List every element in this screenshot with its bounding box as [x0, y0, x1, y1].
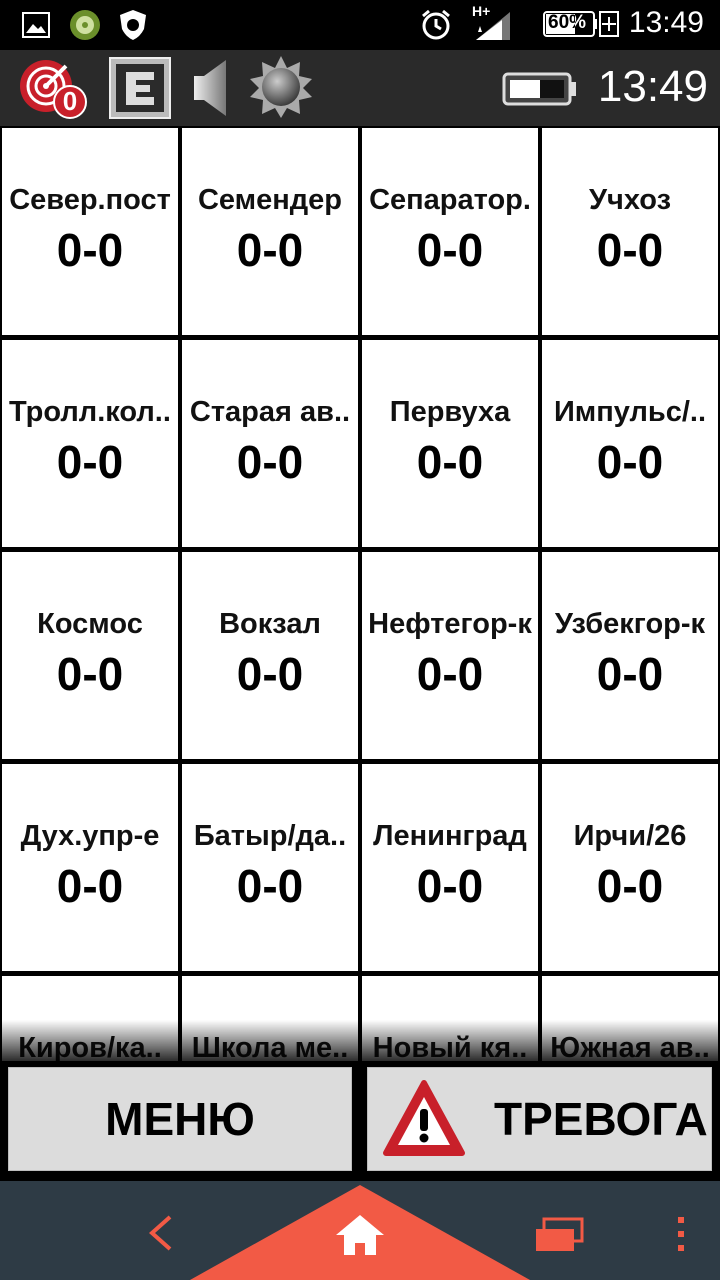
alarm-button-label: ТРЕВОГА: [494, 1093, 708, 1145]
sound-button[interactable]: [190, 56, 234, 120]
station-score: 0-0: [596, 860, 664, 912]
alert-radar-button[interactable]: 0: [18, 56, 90, 120]
e-button[interactable]: [108, 56, 172, 120]
station-score: 0-0: [236, 224, 304, 276]
battery-indicator: 60%: [542, 8, 619, 40]
station-name: Южная ав..: [550, 1032, 710, 1061]
station-name: Батыр/да..: [193, 820, 347, 852]
station-name: Космос: [37, 608, 143, 640]
station-name: Новый кя..: [372, 1032, 528, 1061]
station-cell[interactable]: Сепаратор. 0-0: [362, 128, 538, 335]
station-score: 0-0: [416, 860, 484, 912]
station-cell[interactable]: Старая ав.. 0-0: [182, 340, 358, 547]
station-score: 0-0: [416, 648, 484, 700]
station-name: Вокзал: [219, 608, 321, 640]
station-score: 0-0: [596, 224, 664, 276]
station-name: Киров/ка..: [18, 1032, 162, 1061]
station-cell[interactable]: Семендер 0-0: [182, 128, 358, 335]
station-cell[interactable]: Учхоз 0-0: [542, 128, 718, 335]
brightness-button[interactable]: [248, 54, 314, 120]
status-time: 13:49: [628, 6, 704, 39]
toolbar-clock: 13:49: [597, 62, 708, 111]
station-cell[interactable]: Киров/ка..: [2, 976, 178, 1061]
station-score: 0-0: [56, 224, 124, 276]
station-cell[interactable]: Первуха 0-0: [362, 340, 538, 547]
home-icon[interactable]: [334, 1213, 386, 1257]
more-icon[interactable]: [674, 1215, 688, 1253]
battery-percent: 60%: [548, 12, 587, 33]
station-score: 0-0: [236, 436, 304, 488]
station-cell[interactable]: Южная ав..: [542, 976, 718, 1061]
station-name: Ирчи/26: [573, 820, 687, 852]
station-name: Импульс/..: [553, 396, 707, 428]
station-cell[interactable]: Космос 0-0: [2, 552, 178, 759]
alarm-icon: [422, 9, 450, 40]
station-name: Дух.упр-е: [20, 820, 160, 852]
station-name: Север.пост: [9, 184, 171, 216]
back-icon[interactable]: [144, 1213, 176, 1253]
e-button-icon: [109, 57, 171, 119]
station-name: Сепаратор.: [369, 184, 531, 216]
action-bar: МЕНЮ ТРЕВОГА: [0, 1061, 720, 1181]
station-score: 0-0: [56, 648, 124, 700]
station-score: 0-0: [416, 224, 484, 276]
app-toolbar: 0 13:49: [0, 50, 720, 126]
status-bar: H+ 60% 13:49: [0, 0, 720, 50]
station-name: Учхоз: [588, 184, 672, 216]
station-cell[interactable]: Север.пост 0-0: [2, 128, 178, 335]
station-name: Ленинград: [373, 820, 527, 852]
warning-icon: [383, 1080, 465, 1156]
speaker-icon: [194, 60, 226, 116]
alarm-button[interactable]: ТРЕВОГА: [367, 1067, 712, 1171]
alert-badge-count: 0: [62, 86, 78, 116]
menu-button-label: МЕНЮ: [105, 1093, 255, 1145]
station-score: 0-0: [416, 436, 484, 488]
station-name: Школа ме..: [191, 1032, 349, 1061]
station-name: Семендер: [197, 184, 343, 216]
station-score: 0-0: [236, 860, 304, 912]
image-icon: [22, 12, 50, 38]
station-cell[interactable]: Дух.упр-е 0-0: [2, 764, 178, 971]
station-cell[interactable]: Новый кя..: [362, 976, 538, 1061]
station-score: 0-0: [56, 436, 124, 488]
toolbar-battery-icon: [502, 72, 576, 106]
station-cell[interactable]: Батыр/да.. 0-0: [182, 764, 358, 971]
station-cell[interactable]: Вокзал 0-0: [182, 552, 358, 759]
station-cell[interactable]: Ленинград 0-0: [362, 764, 538, 971]
recents-icon[interactable]: [534, 1217, 584, 1253]
station-cell[interactable]: Тролл.кол.. 0-0: [2, 340, 178, 547]
sun-icon: [250, 56, 312, 118]
station-name: Тролл.кол..: [9, 396, 171, 428]
station-grid: Север.пост 0-0 Семендер 0-0 Сепаратор. 0-0 Учх…: [0, 126, 720, 1061]
menu-button[interactable]: МЕНЮ: [8, 1067, 352, 1171]
signal-icon: [476, 12, 510, 40]
station-name: Первуха: [389, 396, 511, 428]
shield-bug-icon: [120, 10, 146, 40]
station-name: Старая ав..: [189, 396, 351, 428]
station-score: 0-0: [56, 860, 124, 912]
station-cell[interactable]: Ирчи/26 0-0: [542, 764, 718, 971]
station-score: 0-0: [236, 648, 304, 700]
station-name: Узбекгор-к: [554, 608, 706, 640]
system-nav-bar: [0, 1181, 720, 1280]
station-name: Нефтегор-к: [368, 608, 532, 640]
station-score: 0-0: [596, 648, 664, 700]
station-cell[interactable]: Нефтегор-к 0-0: [362, 552, 538, 759]
station-cell[interactable]: Узбекгор-к 0-0: [542, 552, 718, 759]
station-cell[interactable]: Импульс/.. 0-0: [542, 340, 718, 547]
wheel-icon: [70, 10, 100, 40]
station-cell[interactable]: Школа ме..: [182, 976, 358, 1061]
station-score: 0-0: [596, 436, 664, 488]
